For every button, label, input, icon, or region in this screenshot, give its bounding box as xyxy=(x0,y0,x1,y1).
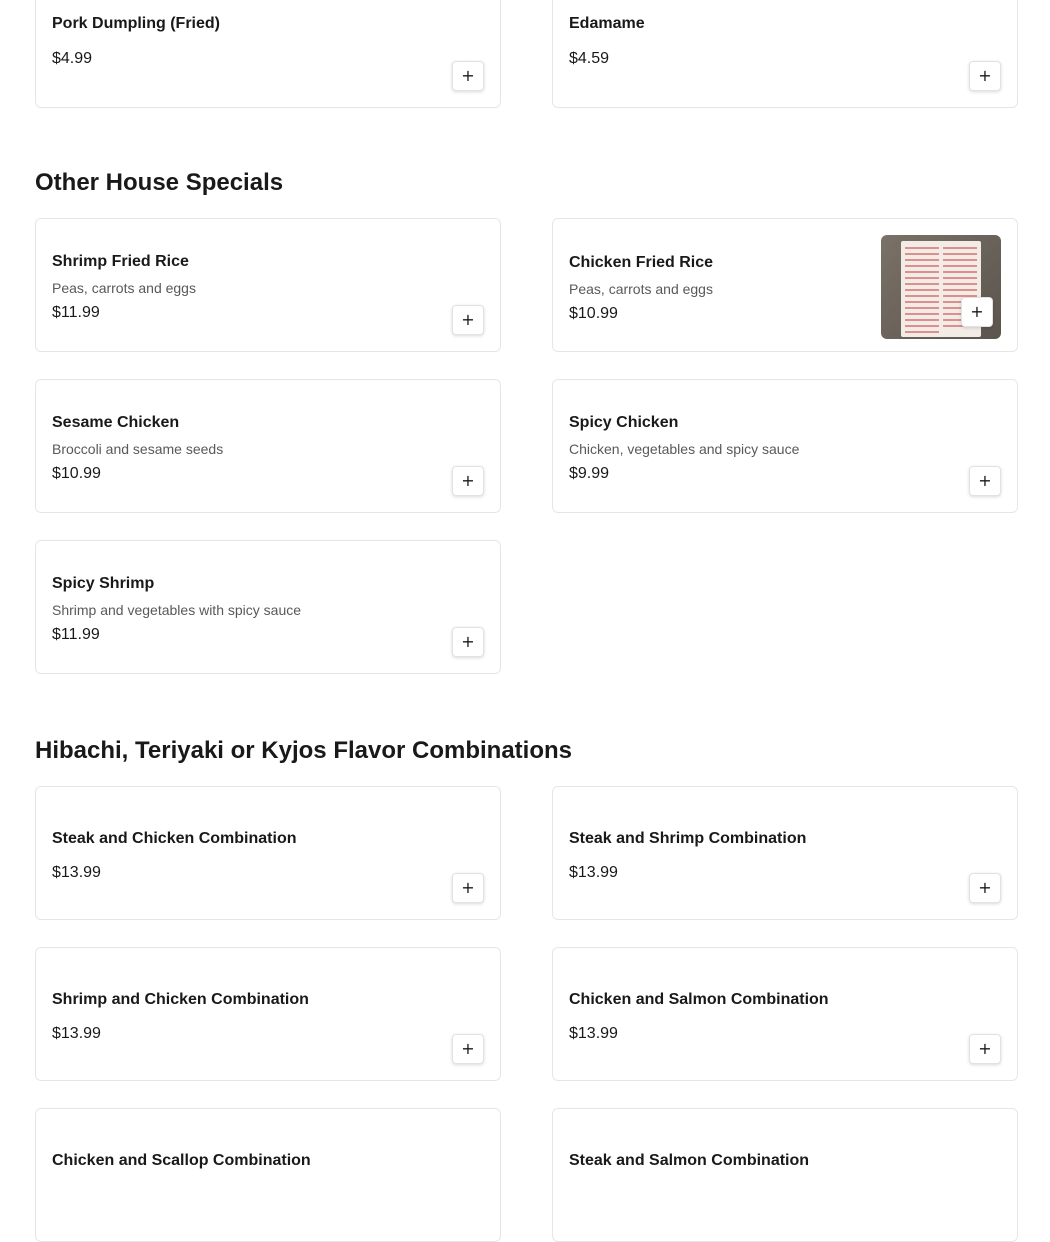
menu-item-card[interactable]: Edamame $4.59 + xyxy=(552,0,1018,108)
menu-item-card[interactable]: Chicken and Salmon Combination $13.99 + xyxy=(552,947,1018,1081)
item-name: Steak and Salmon Combination xyxy=(569,1152,810,1169)
menu-item-card[interactable]: Shrimp Fried Rice Peas, carrots and eggs… xyxy=(35,218,501,352)
menu-item-card[interactable]: Sesame Chicken Broccoli and sesame seeds… xyxy=(35,379,501,513)
item-price: $4.99 xyxy=(52,50,93,67)
section-title: Other House Specials xyxy=(35,169,284,196)
menu-item-card[interactable]: Steak and Shrimp Combination $13.99 + xyxy=(552,786,1018,920)
plus-icon: + xyxy=(978,471,992,490)
plus-icon: + xyxy=(461,66,475,85)
item-price: $10.99 xyxy=(52,465,101,482)
item-price: $4.59 xyxy=(569,50,610,67)
item-description: Shrimp and vegetables with spicy sauce xyxy=(52,602,302,618)
item-name: Sesame Chicken xyxy=(52,414,180,431)
plus-icon: + xyxy=(461,310,475,329)
item-price: $13.99 xyxy=(569,864,618,881)
item-name: Spicy Chicken xyxy=(569,414,679,431)
add-item-button[interactable]: + xyxy=(452,1034,484,1064)
plus-icon: + xyxy=(978,1039,992,1058)
item-price: $13.99 xyxy=(52,864,101,881)
menu-page: Pork Dumpling (Fried) $4.99 + Edamame $4… xyxy=(0,0,1050,1242)
plus-icon: + xyxy=(461,1039,475,1058)
item-description: Chicken, vegetables and spicy sauce xyxy=(569,441,800,457)
menu-item-card[interactable]: Steak and Salmon Combination xyxy=(552,1108,1018,1242)
item-name: Chicken Fried Rice xyxy=(569,254,714,271)
plus-icon: + xyxy=(978,66,992,85)
item-name: Chicken and Scallop Combination xyxy=(52,1152,311,1169)
menu-item-card[interactable]: Steak and Chicken Combination $13.99 + xyxy=(35,786,501,920)
plus-icon: + xyxy=(461,878,475,897)
item-description: Peas, carrots and eggs xyxy=(569,281,713,297)
add-item-button[interactable]: + xyxy=(452,627,484,657)
add-item-button[interactable]: + xyxy=(452,466,484,496)
item-price: $11.99 xyxy=(52,626,100,643)
menu-item-card[interactable]: Spicy Shrimp Shrimp and vegetables with … xyxy=(35,540,501,674)
item-name: Steak and Shrimp Combination xyxy=(569,830,807,847)
item-name: Edamame xyxy=(569,15,645,32)
item-name: Chicken and Salmon Combination xyxy=(569,991,829,1008)
item-name: Steak and Chicken Combination xyxy=(52,830,297,847)
item-photo[interactable]: + xyxy=(881,235,1001,339)
add-item-button[interactable]: + xyxy=(452,61,484,91)
add-item-button[interactable]: + xyxy=(452,873,484,903)
add-item-button[interactable]: + xyxy=(961,297,993,327)
plus-icon: + xyxy=(978,878,992,897)
item-name: Pork Dumpling (Fried) xyxy=(52,15,220,32)
plus-icon: + xyxy=(461,471,475,490)
section-title: Hibachi, Teriyaki or Kyjos Flavor Combin… xyxy=(35,737,573,764)
item-name: Shrimp Fried Rice xyxy=(52,253,189,270)
menu-item-card[interactable]: Chicken and Scallop Combination xyxy=(35,1108,501,1242)
plus-icon: + xyxy=(970,302,984,321)
add-item-button[interactable]: + xyxy=(969,873,1001,903)
plus-icon: + xyxy=(461,632,475,651)
add-item-button[interactable]: + xyxy=(969,466,1001,496)
item-price: $13.99 xyxy=(52,1025,101,1042)
item-price: $10.99 xyxy=(569,305,618,322)
add-item-button[interactable]: + xyxy=(969,61,1001,91)
item-description: Broccoli and sesame seeds xyxy=(52,441,224,457)
item-name: Shrimp and Chicken Combination xyxy=(52,991,309,1008)
item-description: Peas, carrots and eggs xyxy=(52,280,196,296)
menu-item-card[interactable]: Shrimp and Chicken Combination $13.99 + xyxy=(35,947,501,1081)
menu-item-card[interactable]: Spicy Chicken Chicken, vegetables and sp… xyxy=(552,379,1018,513)
item-price: $11.99 xyxy=(52,304,100,321)
item-price: $9.99 xyxy=(569,465,610,482)
item-name: Spicy Shrimp xyxy=(52,575,155,592)
item-price: $13.99 xyxy=(569,1025,618,1042)
add-item-button[interactable]: + xyxy=(969,1034,1001,1064)
add-item-button[interactable]: + xyxy=(452,305,484,335)
menu-item-card[interactable]: Chicken Fried Rice Peas, carrots and egg… xyxy=(552,218,1018,352)
menu-item-card[interactable]: Pork Dumpling (Fried) $4.99 + xyxy=(35,0,501,108)
